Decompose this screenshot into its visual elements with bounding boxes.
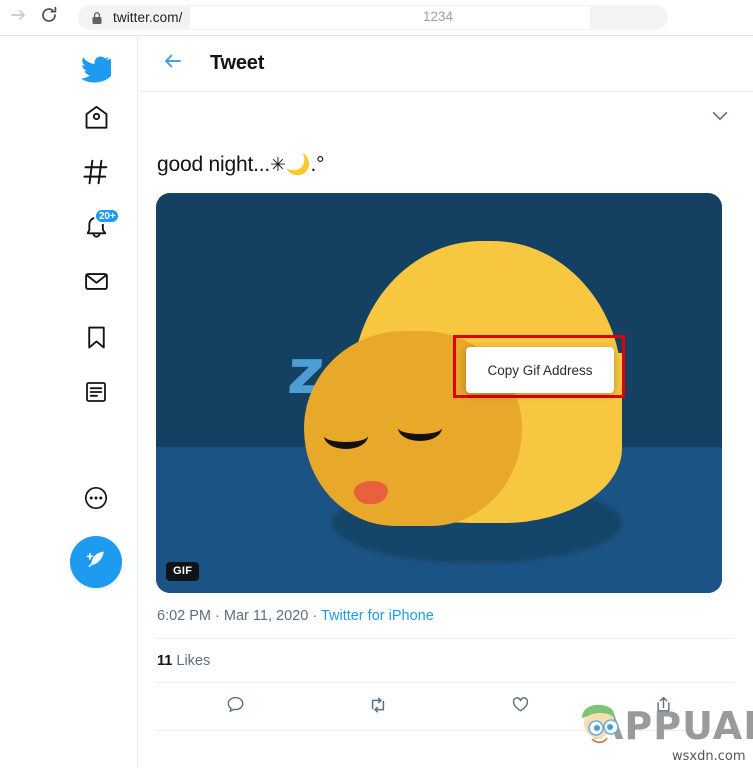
sidebar-item-messages[interactable]	[70, 258, 122, 310]
sidebar-item-explore[interactable]	[70, 148, 122, 200]
context-menu[interactable]: Copy Gif Address	[466, 347, 614, 393]
sidebar-item-more[interactable]	[70, 474, 122, 526]
browser-toolbar: twitter.com/ 1234	[0, 0, 753, 35]
reload-button[interactable]	[34, 3, 64, 33]
envelope-icon	[83, 268, 110, 300]
main-column: Tweet good night...✳🌙.° z GIF Copy Gif A…	[138, 36, 753, 768]
context-menu-item-copy-gif-address[interactable]: Copy Gif Address	[487, 363, 592, 378]
arrow-left-icon	[162, 50, 184, 77]
twitter-bird-icon	[81, 53, 119, 88]
sidebar-item-twitter-logo[interactable]	[70, 44, 122, 96]
heart-icon	[510, 694, 531, 720]
quill-plus-icon	[83, 547, 109, 578]
share-button[interactable]	[644, 688, 682, 726]
share-icon	[653, 694, 674, 720]
sparkle-emoji: ✳	[270, 155, 286, 176]
retweet-icon	[367, 694, 389, 721]
reload-icon	[39, 5, 59, 30]
gif-badge: GIF	[166, 562, 200, 581]
crescent-moon-emoji: 🌙	[285, 154, 311, 176]
tweet-time: 6:02 PM	[157, 608, 211, 624]
home-icon	[83, 104, 110, 136]
comment-icon	[225, 694, 246, 720]
gif-character-eye-left	[324, 423, 368, 449]
tweet-date: Mar 11, 2020	[223, 608, 309, 624]
notifications-badge: 20+	[94, 208, 121, 224]
tweet-media-gif[interactable]: z GIF Copy Gif Address	[156, 193, 722, 593]
url-text: twitter.com/	[113, 10, 183, 25]
twitter-app: 20+ Tweet good night...✳🌙.° z GIF Copy G…	[0, 36, 753, 768]
lists-icon	[83, 379, 109, 410]
tweet-meta: 6:02 PM · Mar 11, 2020 · Twitter for iPh…	[156, 593, 735, 638]
tweet-caret-row	[156, 92, 735, 144]
tweet-text: good night...✳🌙.°	[156, 144, 735, 193]
lock-icon	[91, 11, 103, 25]
tweet-detail: good night...✳🌙.° z GIF Copy Gif Address	[138, 92, 753, 731]
bookmark-icon	[83, 324, 110, 356]
meta-dot-2: ·	[312, 608, 318, 624]
hashtag-icon	[82, 158, 110, 191]
sidebar-item-notifications[interactable]: 20+	[70, 204, 122, 256]
sidebar-item-bookmarks[interactable]	[70, 314, 122, 366]
sidebar-item-home[interactable]	[70, 94, 122, 146]
sidebar: 20+	[0, 36, 138, 768]
meta-dot-1: ·	[215, 608, 220, 624]
more-dots-icon	[83, 485, 109, 516]
tweet-source-link[interactable]: Twitter for iPhone	[321, 608, 434, 624]
likes-label: Likes	[176, 653, 211, 669]
url-extra-text: 1234	[423, 9, 454, 24]
tweet-text-suffix: .°	[310, 153, 325, 176]
actions-bottom-divider	[156, 730, 753, 731]
tweet-actions	[156, 683, 753, 731]
like-button[interactable]	[501, 688, 539, 726]
compose-tweet-button[interactable]	[70, 536, 122, 588]
likes-count: 11	[157, 653, 173, 669]
tweet-text-main: good night...	[157, 153, 270, 176]
arrow-right-icon	[9, 5, 29, 30]
reply-button[interactable]	[216, 688, 254, 726]
likes-row[interactable]: 11 Likes	[156, 639, 735, 682]
back-button[interactable]	[156, 47, 190, 81]
sidebar-item-lists[interactable]	[70, 368, 122, 420]
address-bar[interactable]: twitter.com/ 1234	[78, 5, 668, 30]
retweet-button[interactable]	[359, 688, 397, 726]
gif-character-eye-right	[398, 415, 442, 441]
url-selection-highlight	[190, 6, 590, 29]
forward-button[interactable]	[4, 3, 34, 33]
chevron-down-icon[interactable]	[709, 105, 731, 132]
page-header: Tweet	[138, 36, 753, 92]
page-title: Tweet	[210, 52, 265, 74]
